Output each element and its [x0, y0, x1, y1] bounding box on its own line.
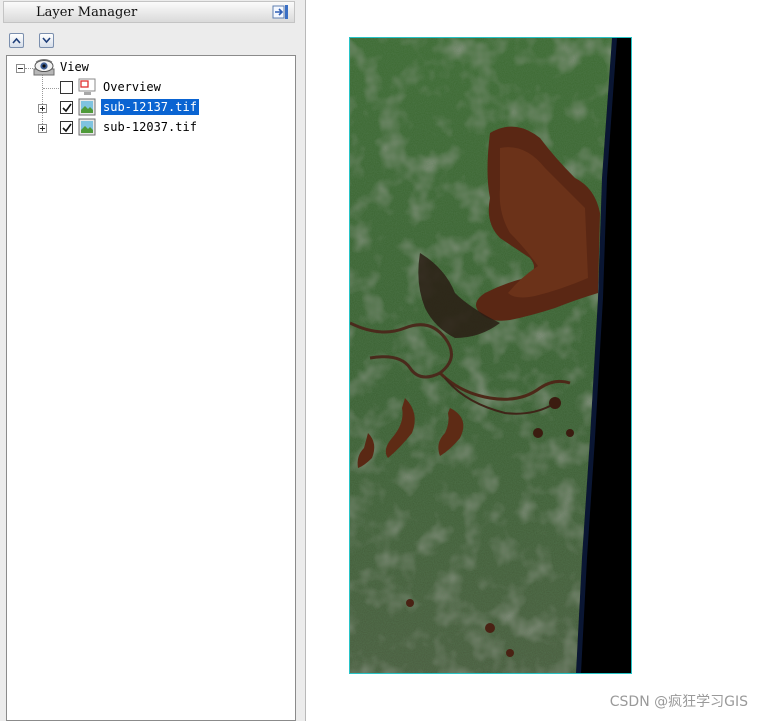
- layer-manager-panel: Layer Manager View Overview sub-12137.ti…: [0, 0, 306, 721]
- panel-title: Layer Manager: [36, 5, 138, 20]
- layer-visibility-checkbox[interactable]: [60, 121, 73, 134]
- overview-checkbox[interactable]: [60, 81, 73, 94]
- overview-monitor-icon: [78, 78, 96, 95]
- move-layer-up-button[interactable]: [9, 33, 24, 48]
- watermark: CSDN @疯狂学习GIS: [609, 694, 748, 710]
- move-layer-down-button[interactable]: [39, 33, 54, 48]
- tree-node-view-label[interactable]: View: [58, 59, 91, 75]
- tree-connector: [25, 68, 33, 69]
- checkmark-icon: [62, 123, 72, 133]
- collapse-view-toggle[interactable]: [16, 64, 25, 73]
- layer-tree[interactable]: View Overview sub-12137.tif sub-12037.ti…: [6, 55, 296, 721]
- dock-pin-icon[interactable]: [272, 4, 290, 20]
- raster-image-icon: [78, 98, 96, 116]
- tree-node-layer-label[interactable]: sub-12037.tif: [101, 119, 199, 135]
- tree-connector: [43, 88, 61, 89]
- raster-image-icon: [78, 118, 96, 136]
- chevron-down-icon: [42, 37, 51, 44]
- eye-icon: [33, 59, 55, 76]
- expand-layer-toggle[interactable]: [38, 104, 47, 113]
- expand-layer-toggle[interactable]: [38, 124, 47, 133]
- panel-header: Layer Manager: [3, 1, 295, 23]
- layer-visibility-checkbox[interactable]: [60, 101, 73, 114]
- tree-node-layer-label[interactable]: sub-12137.tif: [101, 99, 199, 115]
- satellite-raster-image: [350, 38, 631, 673]
- tree-connector: [42, 74, 43, 130]
- chevron-up-icon: [12, 37, 21, 44]
- map-canvas[interactable]: [349, 37, 632, 674]
- tree-node-overview-label[interactable]: Overview: [101, 79, 163, 95]
- checkmark-icon: [62, 103, 72, 113]
